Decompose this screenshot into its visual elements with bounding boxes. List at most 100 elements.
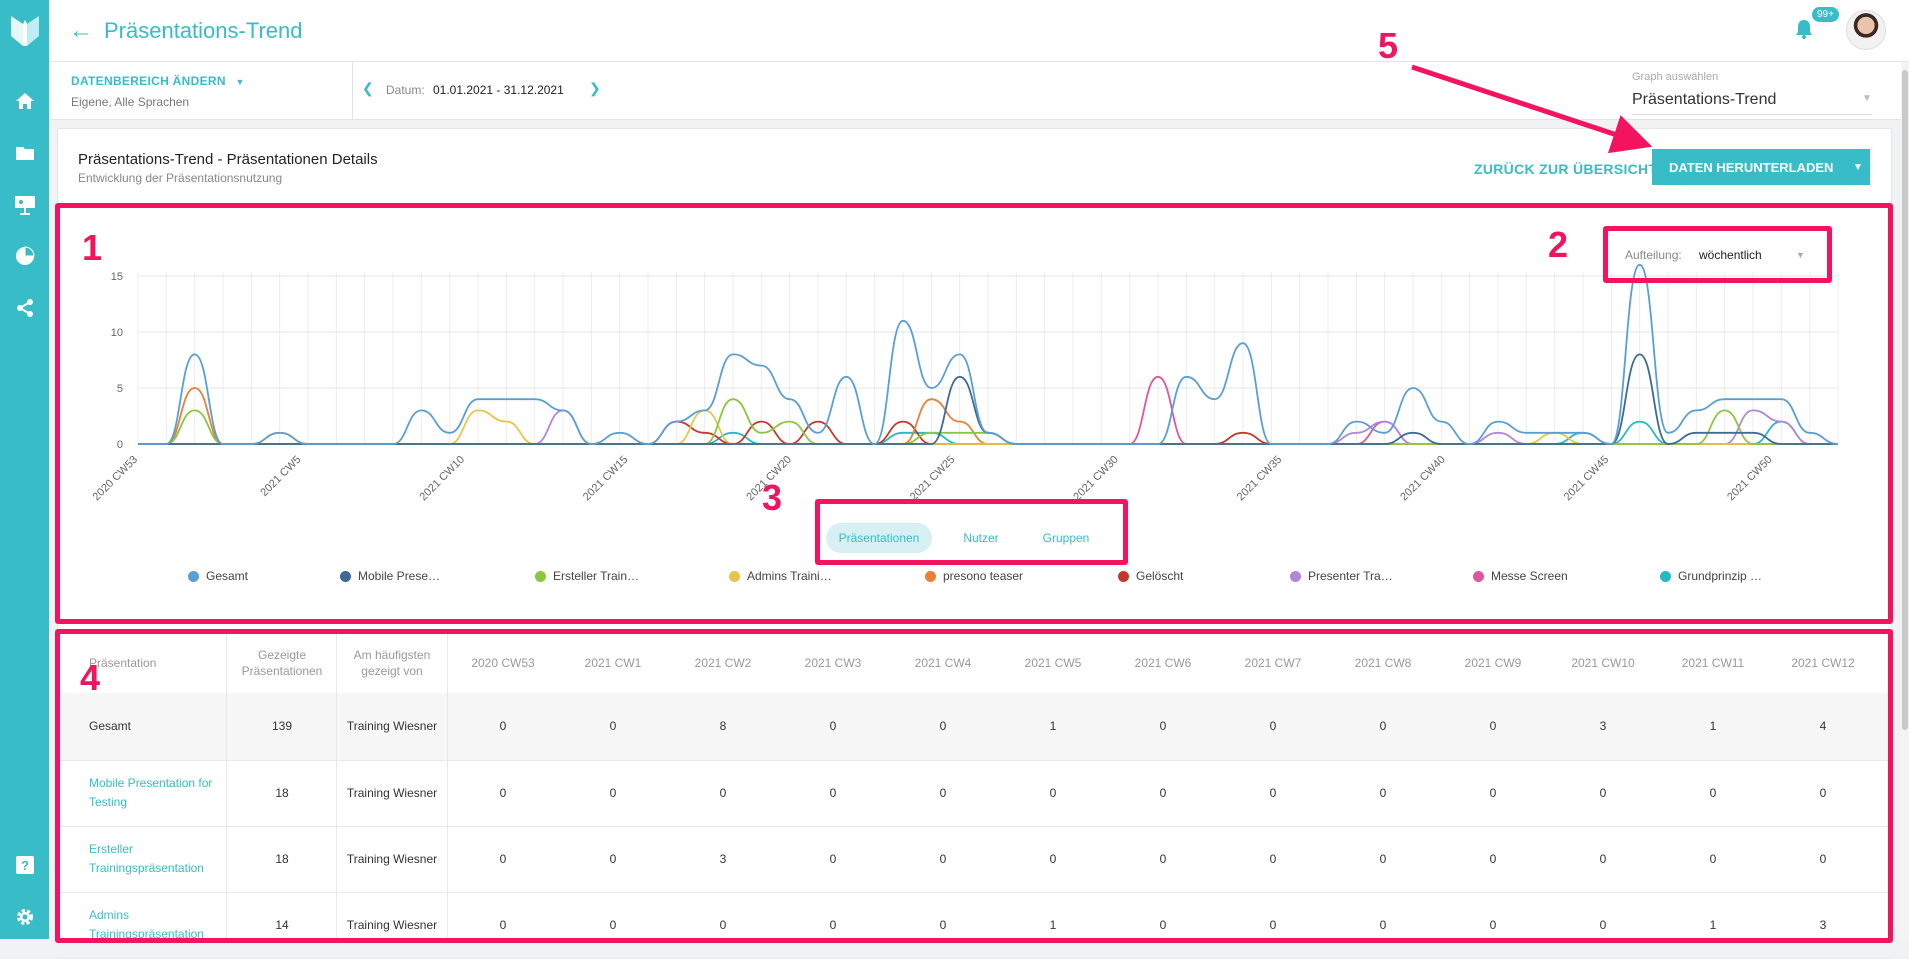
table-cell-week: 0: [499, 785, 507, 800]
table-cell-week: 0: [1049, 851, 1057, 866]
x-axis-ticks: 2020 CW53 2021 CW5 2021 CW10 2021 CW15 2021 …: [91, 454, 1775, 504]
x-tick-label: 2021 CW5: [258, 454, 303, 499]
x-tick-label: 2021 CW30: [1071, 454, 1121, 504]
y-tick-label: 5: [117, 383, 123, 395]
x-tick-label: 2021 CW25: [908, 454, 958, 504]
presentation-link[interactable]: Mobile Presentation for Testing: [89, 760, 224, 826]
legend-dot-icon: [925, 570, 936, 582]
legend-dot-icon: [729, 570, 740, 582]
table-cell-shown: 139: [271, 719, 293, 733]
table-cell-week: 0: [1159, 917, 1167, 932]
tab-praesentationen[interactable]: Präsentationen: [826, 523, 932, 553]
table-cell-week: 0: [1049, 785, 1057, 800]
legend-item[interactable]: Gelöscht: [1118, 568, 1183, 584]
annotation-number-2: 2: [1548, 224, 1569, 265]
table-header-cell: 2021 CW6: [1134, 656, 1192, 670]
y-axis-ticks: 0 5 10 15: [111, 271, 123, 451]
y-tick-label: 0: [117, 439, 123, 451]
legend-label: Ersteller Train…: [553, 569, 640, 583]
legend-label: Mobile Prese…: [358, 569, 441, 583]
table-cell-week: 0: [1159, 785, 1167, 800]
table-cell-week: 0: [499, 851, 507, 866]
presentation-link[interactable]: Admins Trainingspräsentation: [89, 892, 224, 958]
table-cell-shown: 14: [275, 917, 289, 932]
table-header-cell: 2021 CW5: [1024, 656, 1082, 670]
tab-nutzer[interactable]: Nutzer: [946, 523, 1016, 553]
table-cell-week: 0: [719, 917, 727, 932]
legend-label: Messe Screen: [1491, 569, 1568, 583]
table-header-cell: 2021 CW11: [1681, 656, 1745, 670]
legend-dot-icon: [340, 570, 351, 582]
table-cell-shown-by: Training Wiesner: [346, 719, 438, 733]
table-cell-week: 1: [1709, 917, 1717, 932]
x-tick-label: 2021 CW15: [581, 454, 631, 504]
legend-label: Presenter Tra…: [1308, 569, 1393, 583]
table-cell-week: 0: [829, 719, 837, 733]
table-cell-week: 0: [1489, 785, 1497, 800]
table-cell-week: 0: [1379, 719, 1387, 733]
tab-gruppen[interactable]: Gruppen: [1030, 523, 1102, 553]
table-cell-week: 0: [939, 851, 947, 866]
table-cell-week: 0: [939, 917, 947, 932]
legend-label: Grundprinzip …: [1678, 569, 1763, 583]
y-tick-label: 15: [111, 271, 123, 283]
table-cell-week: 0: [1489, 719, 1497, 733]
aufteilung-value[interactable]: wöchentlich: [1699, 248, 1762, 262]
table-cell-week: 0: [1379, 785, 1387, 800]
x-tick-label: 2021 CW35: [1235, 454, 1285, 504]
table-cell-week: 1: [1049, 917, 1057, 932]
legend-item[interactable]: Admins Traini…: [729, 568, 832, 584]
x-tick-label: 2020 CW53: [91, 454, 141, 504]
table-header-cell: Am häufigsten gezeigt von: [353, 648, 431, 678]
table-cell-week: 4: [1819, 719, 1827, 733]
table-cell-week: 0: [1709, 785, 1717, 800]
table-cell-shown-by: Training Wiesner: [346, 785, 438, 800]
table-cell-week: 0: [1599, 785, 1607, 800]
table-header-cell: Gezeigte Präsentationen: [241, 648, 323, 678]
legend-label: presono teaser: [943, 569, 1024, 583]
legend-label: Admins Traini…: [747, 569, 832, 583]
table-cell-week: 0: [1159, 851, 1167, 866]
aufteilung-caret-icon[interactable]: ▼: [1796, 250, 1805, 260]
table-cell-week: 0: [1819, 785, 1827, 800]
x-tick-label: 2021 CW40: [1398, 454, 1448, 504]
table-cell-week: 0: [609, 851, 617, 866]
legend-item[interactable]: Grundprinzip …: [1660, 568, 1762, 584]
legend-dot-icon: [1473, 570, 1484, 582]
table-cell-week: 0: [1709, 851, 1717, 866]
aufteilung-label: Aufteilung:: [1625, 248, 1682, 262]
table-cell-week: 0: [1269, 785, 1277, 800]
legend-item[interactable]: presono teaser: [925, 568, 1023, 584]
table-header-cell: 2021 CW4: [914, 656, 972, 670]
annotation-number-4: 4: [80, 657, 101, 698]
table-cell-week: 3: [1819, 917, 1827, 932]
legend-dot-icon: [1118, 570, 1129, 582]
y-tick-label: 10: [111, 327, 123, 339]
table-cell-week: 1: [1709, 719, 1717, 733]
legend-item[interactable]: Messe Screen: [1473, 568, 1568, 584]
table-cell-shown-by: Training Wiesner: [346, 851, 438, 866]
table-cell-week: 0: [1379, 917, 1387, 932]
aufteilung-select[interactable]: Aufteilung: wöchentlich ▼: [1615, 232, 1815, 276]
legend-item[interactable]: Mobile Prese…: [340, 568, 440, 584]
legend-item[interactable]: Gesamt: [188, 568, 248, 584]
table-cell-week: 3: [719, 851, 727, 866]
table-cell-shown: 18: [275, 785, 289, 800]
table-col-divider: [447, 633, 448, 939]
table-row-name: Gesamt: [89, 719, 132, 733]
table-cell-week: 0: [1379, 851, 1387, 866]
table-cell-shown: 18: [275, 851, 289, 866]
table-header-cell: 2021 CW2: [694, 656, 752, 670]
table-cell-week: 8: [719, 719, 727, 733]
table-cell-week: 0: [939, 785, 947, 800]
presentation-link[interactable]: Ersteller Trainingspräsentation: [89, 826, 224, 892]
annotation-number-1: 1: [82, 227, 103, 268]
table-cell-week: 0: [829, 851, 837, 866]
legend-item[interactable]: Presenter Tra…: [1290, 568, 1393, 584]
table-cell-week: 0: [719, 785, 727, 800]
legend-item[interactable]: Ersteller Train…: [535, 568, 639, 584]
table-cell-week: 0: [1489, 851, 1497, 866]
table-header-cell: 2021 CW9: [1464, 656, 1522, 670]
table-cell-week: 0: [609, 719, 617, 733]
table-header-cell: 2021 CW12: [1791, 656, 1855, 670]
